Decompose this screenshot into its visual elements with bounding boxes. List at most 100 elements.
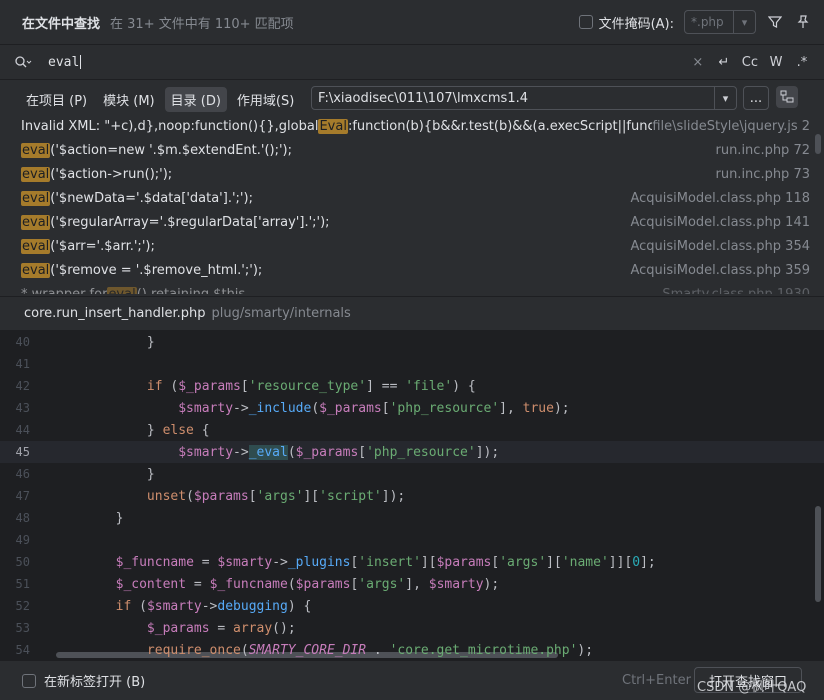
code-line: 40 } xyxy=(0,331,824,353)
code-text: $_funcname = $smarty->_plugins['insert']… xyxy=(115,554,656,570)
text-caret xyxy=(80,55,82,69)
result-row[interactable]: Invalid XML: "+c),d},noop:function(){},g… xyxy=(0,114,810,138)
result-suffix: ('$remove = '.$remove_html.';'); xyxy=(50,262,263,278)
result-file: run.inc.php 73 xyxy=(715,166,810,182)
code-text: } xyxy=(53,334,155,350)
line-number: 46 xyxy=(15,467,30,481)
code-text: $_params = array(); xyxy=(146,620,296,636)
result-prefix: * wrapper for xyxy=(21,286,108,295)
whole-words-toggle[interactable]: W xyxy=(768,55,784,70)
directory-path: F:\xiaodisec\011\107\lmxcms1.4 xyxy=(318,90,528,106)
result-prefix: Invalid XML: "+c),d},noop:function(){},g… xyxy=(21,118,319,134)
result-file: file\slideStyle\jquery.js 2 xyxy=(652,118,810,134)
search-icon[interactable] xyxy=(14,53,32,71)
line-number: 42 xyxy=(15,379,30,393)
file-mask-combo[interactable]: *.php ▾ xyxy=(684,10,756,34)
line-number: 48 xyxy=(15,511,30,525)
preview-file-name: core.run_insert_handler.php xyxy=(24,306,206,321)
chevron-down-icon[interactable]: ▾ xyxy=(714,87,736,109)
result-suffix: ('$newData='.$data['data'].';'); xyxy=(50,190,253,206)
results-scrollbar[interactable] xyxy=(815,134,821,154)
result-row[interactable]: eval ('$newData='.$data['data'].';'); Acqu… xyxy=(0,186,810,210)
line-number: 52 xyxy=(15,599,30,613)
result-match: eval xyxy=(21,262,51,278)
line-number: 51 xyxy=(15,577,30,591)
result-suffix: ('$action->run();'); xyxy=(50,166,173,182)
tab-project[interactable]: 在项目 (P) xyxy=(20,87,93,112)
line-number: 50 xyxy=(15,555,30,569)
result-match: eval xyxy=(21,214,51,230)
chevron-down-icon[interactable]: ▾ xyxy=(733,11,755,33)
result-row[interactable]: * wrapper for eval() retaining $this Smar… xyxy=(0,282,810,294)
recursive-toggle-icon[interactable] xyxy=(776,86,798,108)
code-preview[interactable]: 40 } 41 42 if ($_params['resource_type'] =… xyxy=(0,330,824,660)
code-line: 45 $smarty->_eval($_params['php_resource… xyxy=(0,441,824,463)
code-text: if ($smarty->debugging) { xyxy=(115,598,312,614)
clear-icon[interactable]: × xyxy=(690,55,706,70)
result-match: eval xyxy=(21,238,51,254)
file-mask-checkbox[interactable] xyxy=(578,15,593,29)
directory-path-combo[interactable]: F:\xiaodisec\011\107\lmxcms1.4 ▾ xyxy=(311,86,737,110)
dialog-header: 在文件中查找 在 31+ 文件中有 110+ 匹配项 文件掩码(A): *.ph… xyxy=(0,0,824,44)
search-query: eval xyxy=(48,54,80,70)
result-suffix: ('$regularArray='.$regularData['array'].… xyxy=(50,214,330,230)
code-text: unset($params['args']['script']); xyxy=(146,488,406,504)
result-file: AcquisiModel.class.php 118 xyxy=(630,190,810,206)
code-line: 42 if ($_params['resource_type'] == 'fil… xyxy=(0,375,824,397)
match-count: 在 31+ 文件中有 110+ 匹配项 xyxy=(110,16,294,32)
result-file: Smarty.class.php 1930 xyxy=(662,286,810,295)
shortcut-hint: Ctrl+Enter xyxy=(622,673,691,688)
result-row[interactable]: eval ('$regularArray='.$regularData['arra… xyxy=(0,210,810,234)
newline-icon[interactable]: ↵ xyxy=(716,55,732,70)
result-match: eval xyxy=(21,142,51,158)
result-row[interactable]: eval ('$action->run();'); run.inc.php 73 xyxy=(0,162,810,186)
tab-scope[interactable]: 作用域(S) xyxy=(231,87,300,112)
result-row[interactable]: eval ('$remove = '.$remove_html.';'); Acqu… xyxy=(0,258,810,282)
file-mask-value: *.php xyxy=(691,15,724,29)
dialog-title: 在文件中查找 xyxy=(22,16,101,32)
line-number: 43 xyxy=(15,401,30,415)
line-number: 45 xyxy=(15,445,30,459)
search-input[interactable]: eval xyxy=(48,54,82,70)
result-row[interactable]: eval ('$arr='.$arr.';'); AcquisiModel.clas… xyxy=(0,234,810,258)
result-file: AcquisiModel.class.php 354 xyxy=(630,238,810,254)
line-number: 47 xyxy=(15,489,30,503)
code-line: 54 require_once(SMARTY_CORE_DIR . 'core.… xyxy=(0,639,824,660)
new-tab-label: 在新标签打开 (B) xyxy=(44,675,146,690)
code-line: 49 xyxy=(0,529,824,551)
line-number: 49 xyxy=(15,533,30,547)
result-file: run.inc.php 72 xyxy=(715,142,810,158)
search-row: eval × ↵ Cc W .* xyxy=(0,44,824,80)
code-line: 48 } xyxy=(0,507,824,529)
pin-icon[interactable] xyxy=(794,13,812,31)
tab-directory[interactable]: 目录 (D) xyxy=(164,86,227,112)
result-row[interactable]: eval ('$action=new '.$m.$extendEnt.'();')… xyxy=(0,138,810,162)
line-number: 53 xyxy=(15,621,30,635)
regex-toggle[interactable]: .* xyxy=(794,55,810,70)
result-file: AcquisiModel.class.php 141 xyxy=(630,214,810,230)
code-text: $smarty->_include($_params['php_resource… xyxy=(178,400,570,416)
code-text: } else { xyxy=(53,422,210,438)
code-line: 46 } xyxy=(0,463,824,485)
result-suffix: ('$action=new '.$m.$extendEnt.'();'); xyxy=(50,142,293,158)
code-text: if ($_params['resource_type'] == 'file')… xyxy=(146,378,476,394)
match-case-toggle[interactable]: Cc xyxy=(742,55,758,70)
line-number: 54 xyxy=(15,643,30,657)
line-number: 44 xyxy=(15,423,30,437)
result-match: eval xyxy=(107,286,137,294)
filter-icon[interactable] xyxy=(766,13,784,31)
browse-button[interactable]: ... xyxy=(743,86,769,110)
result-suffix: :function(b){b&&r.test(b)&&(a.execScript… xyxy=(347,118,653,134)
code-line: 47 unset($params['args']['script']); xyxy=(0,485,824,507)
preview-file-path: plug/smarty/internals xyxy=(211,306,351,321)
code-text: } xyxy=(53,466,155,482)
scope-row: 在项目 (P) 模块 (M) 目录 (D) 作用域(S) F:\xiaodise… xyxy=(0,86,824,112)
tab-module[interactable]: 模块 (M) xyxy=(97,87,161,112)
results-list: Invalid XML: "+c),d},noop:function(){},g… xyxy=(0,114,824,294)
watermark: CSDN @枫叶QAQ xyxy=(697,680,807,695)
result-suffix: () retaining $this xyxy=(136,286,246,295)
new-tab-checkbox[interactable] xyxy=(22,673,36,688)
code-line: 51 $_content = $_funcname($params['args'… xyxy=(0,573,824,595)
result-match: eval xyxy=(21,166,51,182)
header-options: 文件掩码(A): *.php ▾ xyxy=(578,10,812,34)
